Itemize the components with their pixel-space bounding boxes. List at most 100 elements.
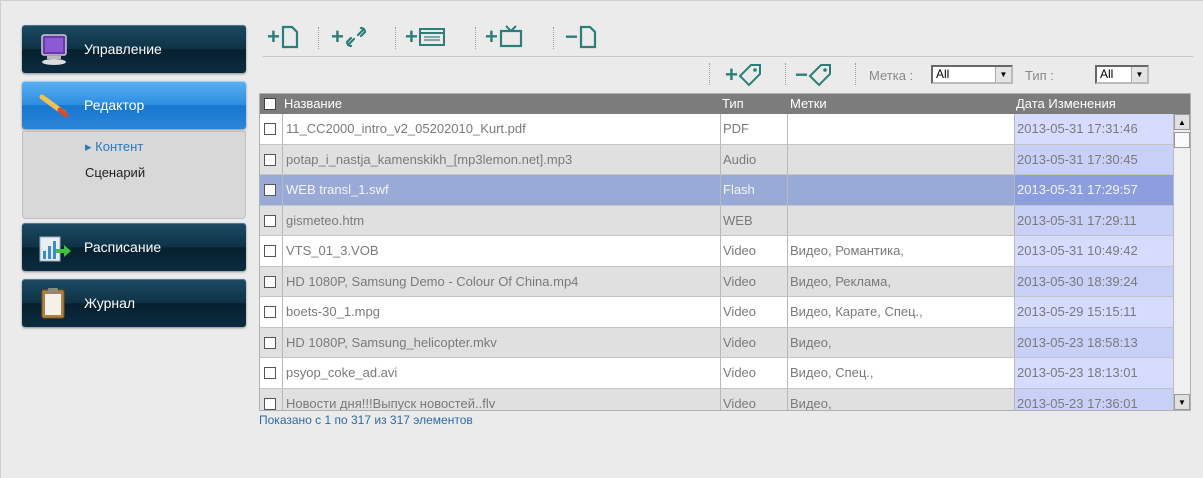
- type-filter-label: Тип :: [1025, 68, 1054, 83]
- add-web-button[interactable]: +: [405, 23, 446, 51]
- column-divider: [282, 236, 283, 266]
- table-row[interactable]: HD 1080P, Samsung Demo - Colour Of China…: [260, 266, 1174, 297]
- column-divider: [1014, 327, 1015, 357]
- column-divider: [720, 144, 721, 174]
- cell-date: 2013-05-23 17:36:01: [1017, 395, 1138, 411]
- type-filter-select[interactable]: All ▼: [1095, 65, 1149, 84]
- column-divider: [787, 144, 788, 174]
- column-divider: [282, 297, 283, 327]
- toolbar-separator: [395, 27, 396, 49]
- remove-file-button[interactable]: −: [565, 23, 598, 51]
- column-divider: [282, 358, 283, 388]
- column-divider: [1014, 114, 1015, 144]
- row-checkbox[interactable]: [264, 336, 276, 349]
- cell-tags: Видео, Романтика,: [790, 243, 904, 258]
- cell-tags: Видео, Реклама,: [790, 273, 891, 289]
- table-row[interactable]: potap_i_nastja_kamenskikh_[mp3lemon.net]…: [260, 144, 1174, 175]
- column-header-tags[interactable]: Метки: [790, 96, 827, 111]
- add-link-button[interactable]: +: [331, 23, 368, 51]
- pencil-icon: [39, 94, 69, 118]
- toolbar-separator: [475, 27, 476, 49]
- table-row[interactable]: gismeteo.htm WEB 2013-05-31 17:29:11: [260, 205, 1174, 236]
- cell-name: HD 1080P, Samsung Demo - Colour Of China…: [286, 273, 579, 289]
- row-checkbox[interactable]: [264, 214, 276, 227]
- cell-type: PDF: [723, 121, 749, 136]
- submenu-item-content[interactable]: ▸ Контент: [85, 139, 143, 155]
- table-row[interactable]: 11_CC2000_intro_v2_05202010_Kurt.pdf PDF 2…: [260, 114, 1174, 145]
- column-divider: [720, 175, 721, 205]
- editor-submenu: ▸ Контент Сценарий: [22, 131, 246, 219]
- table-row[interactable]: boets-30_1.mpg Video Видео, Карате, Спец.,…: [260, 297, 1174, 328]
- cell-name: HD 1080P, Samsung_helicopter.mkv: [286, 334, 497, 350]
- table-row[interactable]: psyop_coke_ad.avi Video Видео, Спец., 2013-…: [260, 358, 1174, 389]
- scrollbar-thumb[interactable]: [1174, 132, 1190, 148]
- row-checkbox[interactable]: [264, 184, 276, 196]
- cell-tags: Видео,: [790, 334, 832, 350]
- row-checkbox[interactable]: [264, 245, 276, 257]
- row-checkbox[interactable]: [264, 123, 276, 135]
- column-divider: [1014, 358, 1015, 388]
- row-checkbox[interactable]: [264, 367, 276, 379]
- row-checkbox[interactable]: [264, 153, 276, 166]
- nav-editor[interactable]: Редактор: [22, 81, 246, 129]
- cell-date: 2013-05-30 18:39:24: [1017, 273, 1138, 289]
- cell-date: 2013-05-31 17:29:57: [1017, 182, 1138, 197]
- nav-schedule[interactable]: Расписание: [22, 223, 246, 271]
- submenu-item-scenario[interactable]: Сценарий: [85, 165, 145, 180]
- add-tag-button[interactable]: +: [725, 61, 762, 89]
- remove-tag-button[interactable]: −: [795, 61, 832, 89]
- cell-date: 2013-05-31 17:29:11: [1017, 212, 1137, 228]
- column-divider: [787, 297, 788, 327]
- cell-name: psyop_coke_ad.avi: [286, 365, 398, 380]
- cell-date: 2013-05-23 18:58:13: [1017, 334, 1138, 350]
- column-divider: [720, 388, 721, 410]
- cell-type: Video: [723, 273, 757, 289]
- cell-type: Video: [723, 304, 757, 319]
- column-divider: [787, 175, 788, 205]
- cell-name: Новости дня!!!Выпуск новостей..flv: [286, 395, 496, 411]
- clipboard-icon: [41, 288, 65, 319]
- column-divider: [1014, 205, 1015, 235]
- cell-date: 2013-05-29 15:15:11: [1017, 304, 1137, 319]
- column-divider: [282, 266, 283, 296]
- table-row[interactable]: VTS_01_3.VOB Video Видео, Романтика, 2013-0…: [260, 236, 1174, 267]
- cell-date: 2013-05-23 18:13:01: [1017, 365, 1138, 380]
- tag-filter-value: All: [936, 67, 950, 81]
- add-tv-button[interactable]: +: [485, 23, 524, 51]
- column-header-type[interactable]: Тип: [722, 96, 744, 111]
- column-header-name[interactable]: Название: [284, 96, 342, 111]
- file-icon: [579, 25, 596, 49]
- row-checkbox[interactable]: [264, 275, 276, 288]
- cell-tags: Видео, Карате, Спец.,: [790, 304, 923, 319]
- nav-schedule-label: Расписание: [84, 239, 162, 255]
- column-divider: [1014, 388, 1015, 410]
- chevron-down-icon[interactable]: ▼: [995, 67, 1011, 82]
- tag-filter-select[interactable]: All ▼: [931, 65, 1013, 84]
- cell-date: 2013-05-31 17:31:46: [1017, 121, 1138, 136]
- tag-icon: [738, 64, 761, 87]
- scroll-up-icon[interactable]: ▲: [1174, 114, 1190, 130]
- table-row[interactable]: WEB transl_1.swf Flash 2013-05-31 17:29:57: [260, 175, 1174, 206]
- table-row[interactable]: Новости дня!!!Выпуск новостей..flv Video В…: [260, 388, 1174, 411]
- tag-icon: [808, 64, 831, 87]
- column-divider: [720, 297, 721, 327]
- row-checkbox[interactable]: [264, 397, 276, 410]
- column-divider: [282, 175, 283, 205]
- vertical-scrollbar[interactable]: ▲ ▼: [1173, 114, 1190, 410]
- cell-type: Audio: [723, 151, 757, 167]
- cell-type: WEB: [723, 212, 753, 228]
- row-checkbox[interactable]: [264, 306, 276, 318]
- nav-journal[interactable]: Журнал: [22, 279, 246, 327]
- chevron-down-icon[interactable]: ▼: [1131, 67, 1147, 82]
- main-toolbar: + + + + −: [263, 21, 1193, 57]
- link-icon: [345, 26, 366, 48]
- nav-management[interactable]: Управление: [22, 25, 246, 73]
- select-all-checkbox[interactable]: [264, 98, 276, 110]
- nav-journal-label: Журнал: [84, 295, 136, 311]
- add-file-button[interactable]: +: [267, 23, 300, 51]
- column-header-date[interactable]: Дата Изменения: [1016, 96, 1116, 111]
- column-divider: [720, 327, 721, 357]
- table-row[interactable]: HD 1080P, Samsung_helicopter.mkv Video Вид…: [260, 327, 1174, 358]
- cell-type: Video: [723, 365, 757, 380]
- scroll-down-icon[interactable]: ▼: [1174, 394, 1190, 410]
